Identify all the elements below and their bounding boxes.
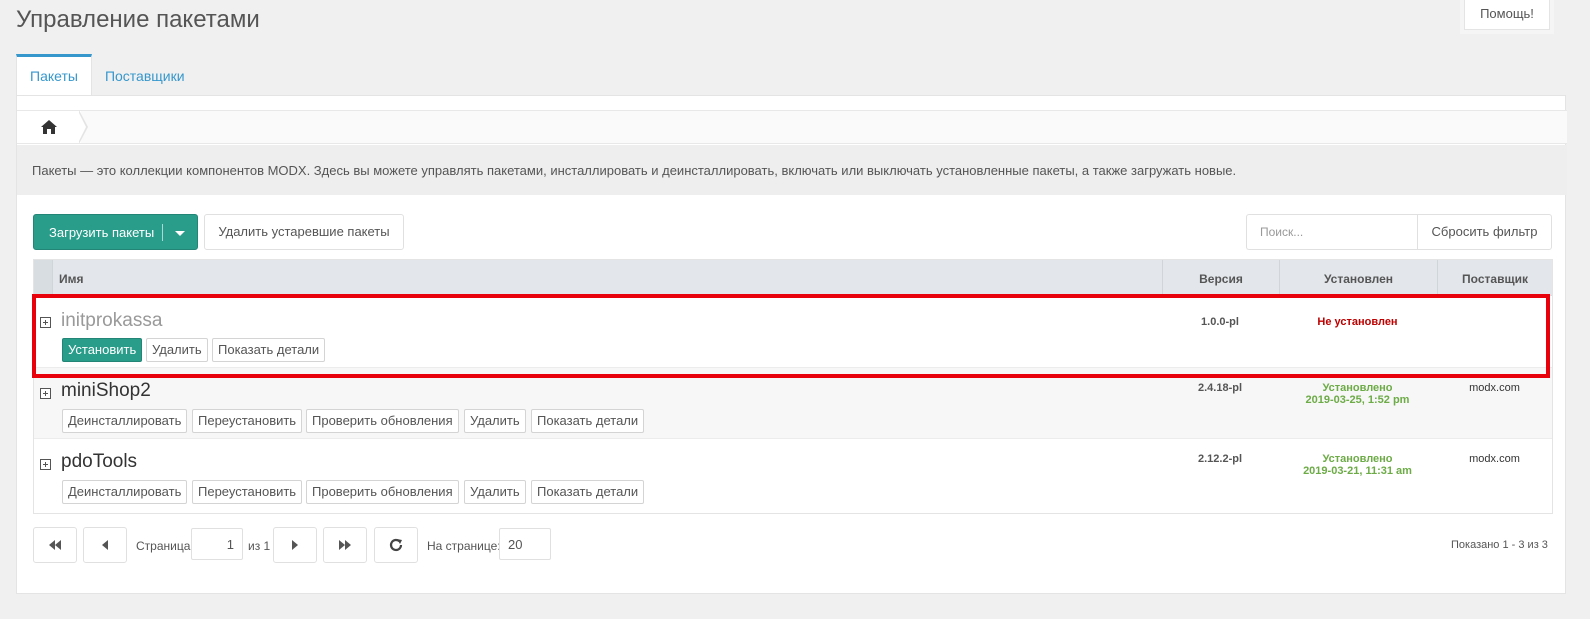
caret-left-icon [102, 540, 108, 550]
packages-panel: Пакеты — это коллекции компонентов MODX.… [16, 95, 1567, 594]
header-expander-column [34, 260, 52, 296]
next-page-button[interactable] [273, 527, 317, 563]
remove-button[interactable]: Удалить [146, 338, 208, 362]
search-input[interactable] [1246, 214, 1418, 250]
breadcrumb-separator-fill [78, 111, 86, 143]
double-chevron-right-icon [339, 540, 351, 550]
per-page-input[interactable] [499, 528, 551, 560]
expand-row-icon[interactable] [40, 459, 51, 470]
page-title: Управление пакетами [16, 6, 260, 33]
install-status-label: Не установлен [1317, 316, 1398, 328]
page-label: Страница [136, 539, 191, 553]
breadcrumb-home[interactable] [17, 111, 81, 143]
install-status: Установлено 2019-03-21, 11:31 am [1279, 453, 1436, 477]
page-total-label: из 1 [248, 539, 271, 553]
download-packages-button[interactable]: Загрузить пакеты [33, 214, 198, 250]
packages-grid: Имя Версия Установлен Поставщик initprok… [33, 259, 1553, 514]
check-updates-button[interactable]: Проверить обновления [306, 409, 459, 433]
previous-page-button[interactable] [83, 527, 127, 563]
help-button[interactable]: Помощь! [1464, 0, 1550, 30]
uninstall-button[interactable]: Деинсталлировать [62, 480, 188, 504]
package-name: initprokassa [61, 310, 163, 331]
caret-down-icon[interactable] [175, 231, 185, 236]
remove-button[interactable]: Удалить [464, 480, 526, 504]
expand-row-icon[interactable] [40, 317, 51, 328]
intro-description: Пакеты — это коллекции компонентов MODX.… [17, 145, 1567, 195]
show-details-button[interactable]: Показать детали [212, 338, 326, 362]
reset-filter-button[interactable]: Сбросить фильтр [1417, 214, 1552, 250]
column-header-provider[interactable]: Поставщик [1437, 260, 1552, 296]
install-status-label: Установлено [1322, 382, 1393, 394]
reinstall-button[interactable]: Переустановить [192, 409, 303, 433]
package-provider: modx.com [1469, 382, 1520, 394]
tab-bar: Пакеты Поставщики [16, 54, 198, 96]
home-icon [41, 120, 57, 134]
refresh-button[interactable] [374, 527, 418, 563]
page-number-input[interactable] [191, 528, 243, 560]
remove-button[interactable]: Удалить [464, 409, 526, 433]
last-page-button[interactable] [323, 527, 367, 563]
package-name: miniShop2 [61, 380, 151, 401]
table-row[interactable]: pdoTools Деинсталлировать Переустановить… [34, 439, 1552, 510]
table-row[interactable]: miniShop2 Деинсталлировать Переустановит… [34, 368, 1552, 439]
package-name: pdoTools [61, 451, 138, 472]
package-provider: modx.com [1469, 453, 1520, 465]
package-version: 2.4.18-pl [1197, 382, 1243, 394]
remove-outdated-button[interactable]: Удалить устаревшие пакеты [204, 214, 404, 250]
split-divider [162, 224, 163, 241]
breadcrumb [17, 110, 1567, 144]
uninstall-button[interactable]: Деинсталлировать [62, 409, 188, 433]
per-page-label: На странице: [427, 539, 501, 553]
install-status: Не установлен [1279, 316, 1436, 328]
show-details-button[interactable]: Показать детали [531, 409, 645, 433]
tab-packages[interactable]: Пакеты [16, 54, 92, 96]
package-version: 1.0.0-pl [1201, 316, 1239, 328]
install-status-label: Установлено [1322, 453, 1393, 465]
check-updates-button[interactable]: Проверить обновления [306, 480, 459, 504]
reinstall-button[interactable]: Переустановить [192, 480, 303, 504]
column-header-name[interactable]: Имя [52, 260, 1162, 296]
install-date: 2019-03-25, 1:52 pm [1305, 394, 1410, 406]
grid-header: Имя Версия Установлен Поставщик [34, 260, 1552, 296]
package-version: 2.12.2-pl [1197, 453, 1243, 465]
tab-providers[interactable]: Поставщики [92, 54, 198, 96]
caret-right-icon [292, 540, 298, 550]
install-status: Установлено 2019-03-25, 1:52 pm [1279, 382, 1436, 406]
install-button[interactable]: Установить [62, 338, 143, 362]
column-header-installed[interactable]: Установлен [1279, 260, 1437, 296]
pagination-summary: Показано 1 - 3 из 3 [1451, 539, 1548, 551]
expand-row-icon[interactable] [40, 388, 51, 399]
download-packages-label: Загрузить пакеты [49, 225, 155, 240]
table-row[interactable]: initprokassa Установить Удалить Показать… [34, 297, 1552, 368]
double-chevron-left-icon [49, 540, 61, 550]
refresh-icon [389, 538, 403, 552]
first-page-button[interactable] [33, 527, 77, 563]
show-details-button[interactable]: Показать детали [531, 480, 645, 504]
install-date: 2019-03-21, 11:31 am [1303, 465, 1412, 477]
column-header-version[interactable]: Версия [1162, 260, 1279, 296]
